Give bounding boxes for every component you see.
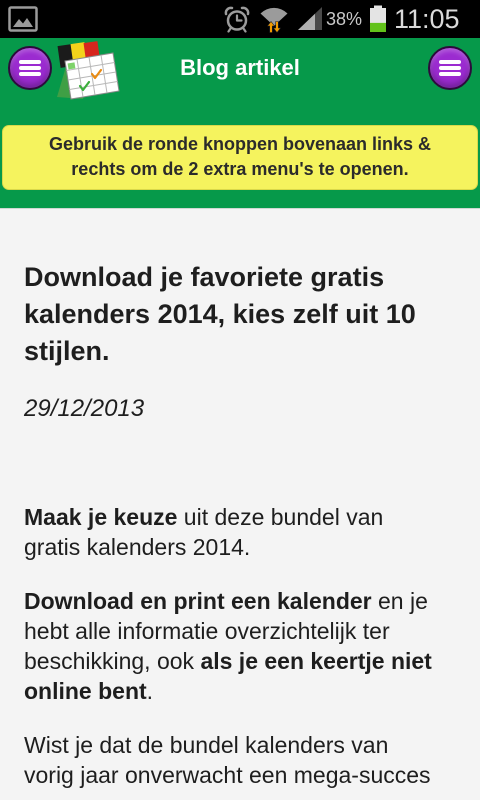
hamburger-menu-icon [430, 48, 470, 88]
article-content: Download je favoriete gratis kalenders 2… [0, 209, 480, 800]
article-title: Download je favoriete gratis kalenders 2… [24, 259, 456, 370]
app-header: Blog artikel Gebruik de ronde knoppen bo… [0, 38, 480, 209]
article-paragraph: Wist je dat de bundel kalenders van vori… [24, 730, 456, 790]
gallery-image-icon [8, 6, 38, 32]
notice-line: rechts om de 2 extra menu's te openen. [71, 159, 409, 179]
calendar-app-icon [57, 41, 120, 100]
body-text: . [146, 678, 154, 704]
paragraph-line: beschikking, ook als je een keertje niet [24, 646, 456, 676]
paragraph-line: online bent. [24, 676, 456, 706]
body-text: gratis kalenders 2014. [24, 534, 251, 560]
wifi-icon [260, 7, 288, 33]
hamburger-bar [439, 72, 461, 76]
battery-icon [370, 5, 386, 32]
paragraph-line: Wist je dat de bundel kalenders van [24, 730, 456, 760]
article-title-line: Download je favoriete gratis [24, 262, 385, 292]
bold-text: online bent [24, 678, 147, 704]
battery-level-fill [370, 22, 386, 32]
notice-line: Gebruik de ronde knoppen bovenaan links … [48, 134, 432, 154]
article-paragraph: Download en print een kalender en je heb… [24, 586, 456, 706]
paragraph-line: hebt alle informatie overzichtelijk ter [24, 616, 456, 646]
hamburger-bar [19, 66, 41, 70]
page-title: Blog artikel [180, 55, 300, 80]
article-paragraph: Maak je keuze uit deze bundel van gratis… [24, 502, 456, 562]
paragraph-line: Download en print een kalender en je [24, 586, 456, 616]
paragraph-line: Maak je keuze uit deze bundel van [24, 502, 456, 532]
body-text: vorig jaar onverwacht een mega-succes [24, 762, 431, 788]
left-menu-button[interactable] [8, 46, 52, 90]
hamburger-bar [19, 72, 41, 76]
battery-percent: 38% [326, 9, 363, 29]
bold-text: als je een keertje niet [200, 648, 432, 674]
signal-strength-icon [298, 7, 322, 30]
body-text: Wist je dat de bundel kalenders van [24, 732, 389, 758]
paragraph-line: vorig jaar onverwacht een mega-succes [24, 760, 456, 790]
alarm-clock-icon [224, 6, 250, 33]
bold-text: Maak je keuze [24, 504, 178, 530]
article-date: 29/12/2013 [24, 395, 145, 422]
article-title-line: stijlen. [24, 336, 110, 366]
menu-hint-notice: Gebruik de ronde knoppen bovenaan links … [2, 125, 478, 190]
body-text: en je [371, 588, 428, 614]
status-clock: 11:05 [394, 4, 460, 34]
hamburger-menu-icon [10, 48, 50, 88]
article-title-line: kalenders 2014, kies zelf uit 10 [24, 299, 416, 329]
hamburger-bar [19, 60, 41, 64]
bold-text: Download en print een kalender [24, 588, 372, 614]
hamburger-bar [439, 60, 461, 64]
hamburger-bar [439, 66, 461, 70]
body-text: beschikking, ook [24, 648, 201, 674]
right-menu-button[interactable] [428, 46, 472, 90]
body-text: hebt alle informatie overzichtelijk ter [24, 618, 390, 644]
status-bar: 38% 11:05 [0, 0, 480, 38]
paragraph-line: gratis kalenders 2014. [24, 532, 456, 562]
body-text: uit deze bundel van [177, 504, 384, 530]
